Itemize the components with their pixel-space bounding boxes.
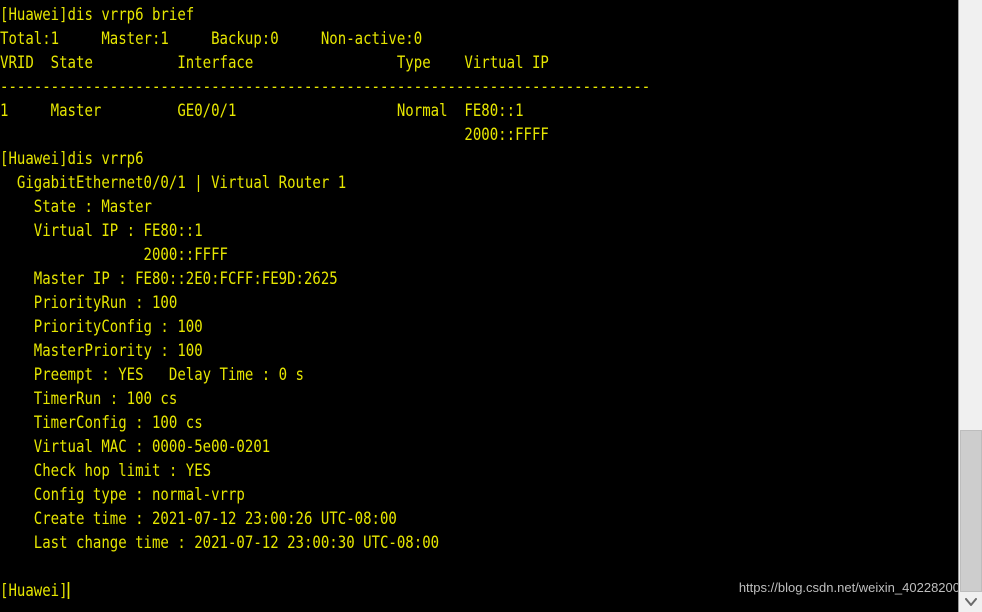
terminal-output-area[interactable]: [Huawei]dis vrrp6 brief Total:1 Master:1… <box>0 0 958 612</box>
terminal-line: Check hop limit : YES <box>0 461 212 481</box>
terminal-prompt: [Huawei] <box>0 581 68 601</box>
terminal-line: Preempt : YES Delay Time : 0 s <box>0 365 304 385</box>
terminal-line: Master IP : FE80::2E0:FCFF:FE9D:2625 <box>0 269 338 289</box>
chevron-down-icon[interactable] <box>959 592 982 612</box>
terminal-line: Create time : 2021-07-12 23:00:26 UTC-08… <box>0 509 397 529</box>
terminal-line: PriorityRun : 100 <box>0 293 178 313</box>
terminal-line: GigabitEthernet0/0/1 | Virtual Router 1 <box>0 173 347 193</box>
terminal-line: Virtual IP : FE80::1 <box>0 221 203 241</box>
terminal-line: TimerRun : 100 cs <box>0 389 178 409</box>
terminal-line: 2000::FFFF <box>0 245 228 265</box>
terminal-line: Total:1 Master:1 Backup:0 Non-active:0 <box>0 29 423 49</box>
terminal-line: 1 Master GE0/0/1 Normal FE80::1 <box>0 101 524 121</box>
terminal-line: State : Master <box>0 197 152 217</box>
terminal-prompt-line[interactable]: [Huawei] <box>0 579 790 603</box>
terminal-line: [Huawei]dis vrrp6 brief <box>0 5 195 25</box>
scrollbar-thumb[interactable] <box>960 430 982 592</box>
terminal-line: Last change time : 2021-07-12 23:00:30 U… <box>0 533 440 553</box>
terminal-line: PriorityConfig : 100 <box>0 317 203 337</box>
terminal-window: [Huawei]dis vrrp6 brief Total:1 Master:1… <box>0 0 982 612</box>
terminal-line: VRID State Interface Type Virtual IP <box>0 53 549 73</box>
terminal-line: 2000::FFFF <box>0 125 549 145</box>
terminal-line: Virtual MAC : 0000-5e00-0201 <box>0 437 271 457</box>
terminal-cursor <box>67 582 70 599</box>
terminal-line: MasterPriority : 100 <box>0 341 203 361</box>
terminal-line-separator: ----------------------------------------… <box>0 77 651 97</box>
terminal-line: [Huawei]dis vrrp6 <box>0 149 144 169</box>
vertical-scrollbar[interactable] <box>958 0 982 612</box>
terminal-line: TimerConfig : 100 cs <box>0 413 203 433</box>
terminal-line: Config type : normal-vrrp <box>0 485 245 505</box>
